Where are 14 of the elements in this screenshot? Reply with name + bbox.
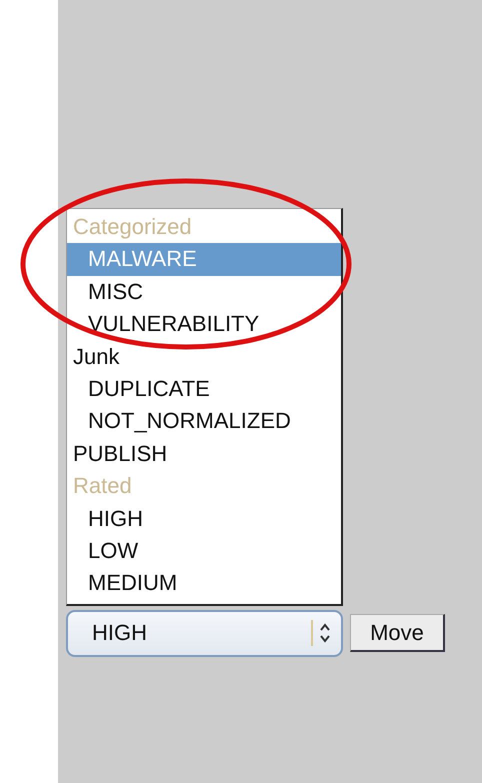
list-option[interactable]: MEDIUM: [67, 567, 341, 600]
list-option[interactable]: VULNERABILITY: [67, 308, 341, 341]
list-box[interactable]: Categorized MALWARE MISC VULNERABILITY Junk DUPLICATE NOT_NORMALIZED PUBLISH Rated HIGH LOW MEDIUM: [66, 208, 343, 606]
dropdown[interactable]: HIGH: [66, 610, 343, 657]
list-option[interactable]: PUBLISH: [67, 438, 341, 470]
group-label: Categorized: [72, 213, 193, 241]
list-option[interactable]: Junk: [67, 340, 341, 373]
list-option[interactable]: MISC: [67, 276, 341, 308]
list-option[interactable]: DUPLICATE: [67, 372, 341, 406]
group-label: Rated: [72, 472, 133, 500]
list-option[interactable]: HIGH: [67, 502, 341, 535]
list-option[interactable]: LOW: [67, 534, 341, 568]
list-option[interactable]: NOT_NORMALIZED: [67, 405, 341, 438]
move-button[interactable]: Move: [350, 614, 445, 652]
